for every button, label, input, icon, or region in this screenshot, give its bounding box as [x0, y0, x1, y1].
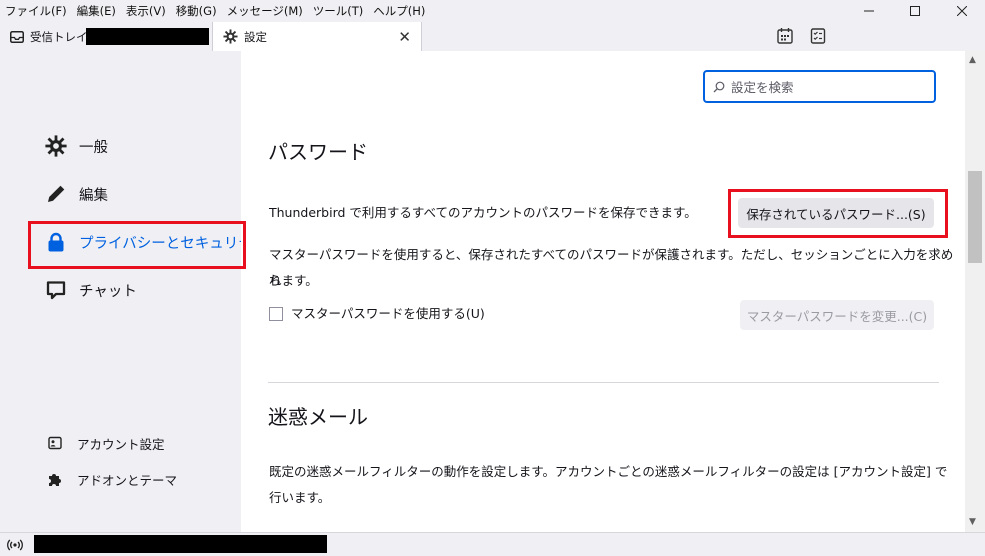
account-icon	[48, 436, 62, 450]
settings-search-input[interactable]: 設定を検索	[703, 70, 936, 103]
menu-help[interactable]: ヘルプ(H)	[368, 0, 430, 22]
redacted-status-text	[34, 535, 327, 553]
tab-strip: 受信トレイ 設定 ✕	[0, 22, 985, 51]
redacted-account	[86, 28, 209, 45]
tasks-icon[interactable]	[809, 27, 827, 45]
close-icon	[957, 6, 967, 16]
menu-tools[interactable]: ツール(T)	[308, 0, 369, 22]
pencil-icon	[48, 185, 65, 202]
account-settings-label: アカウント設定	[77, 436, 165, 452]
status-bar	[0, 532, 985, 556]
search-icon	[713, 81, 725, 92]
menu-go[interactable]: 移動(G)	[171, 0, 222, 22]
tab-inbox-label: 受信トレイ	[30, 29, 88, 44]
puzzle-icon	[49, 474, 61, 486]
minimize-button[interactable]	[846, 0, 892, 22]
password-description: Thunderbird で利用するすべてのアカウントのパスワードを保存できます。	[269, 205, 697, 220]
menu-message[interactable]: メッセージ(M)	[222, 0, 308, 22]
tab-settings-label: 設定	[244, 29, 267, 44]
close-window-button[interactable]	[939, 0, 985, 22]
scroll-down-icon[interactable]: ▼	[969, 517, 976, 527]
settings-sidebar: 一般 編集 プライバシーとセキュリティ チャット アカウント設定 アドオンとテー…	[0, 51, 266, 532]
account-settings-link[interactable]: アカウント設定	[47, 433, 165, 453]
maximize-icon	[910, 6, 920, 16]
gear-icon	[45, 135, 67, 157]
use-master-password-label[interactable]: マスターパスワードを使用する(U)	[291, 303, 485, 322]
change-master-password-button[interactable]: マスターパスワードを変更...(C)	[740, 300, 934, 330]
menubar: ファイル(F) 編集(E) 表示(V) 移動(G) メッセージ(M) ツール(T…	[0, 0, 985, 22]
gear-icon	[223, 29, 238, 44]
scroll-up-icon[interactable]: ▲	[969, 55, 976, 65]
search-placeholder: 設定を検索	[731, 80, 794, 95]
tab-settings[interactable]: 設定 ✕	[212, 22, 422, 51]
category-chat-label: チャット	[79, 283, 137, 300]
master-password-desc-line1: マスターパスワードを使用すると、保存されたすべてのパスワードが保護されます。ただ…	[269, 247, 954, 288]
category-compose-label: 編集	[79, 187, 108, 204]
minimize-icon	[864, 10, 874, 12]
use-master-password-checkbox[interactable]	[269, 307, 283, 321]
addons-label: アドオンとテーマ	[77, 472, 178, 488]
scrollbar-thumb[interactable]	[968, 171, 982, 263]
section-divider	[268, 382, 939, 383]
password-heading: パスワード	[268, 140, 368, 164]
tab-close-icon[interactable]: ✕	[398, 28, 411, 46]
highlight-saved-passwords	[728, 189, 948, 238]
menu-edit[interactable]: 編集(E)	[72, 0, 121, 22]
junk-desc-line1: 既定の迷惑メールフィルターの動作を設定します。アカウントごとの迷惑メールフィルタ…	[269, 464, 948, 479]
category-chat[interactable]: チャット	[45, 277, 137, 303]
menu-file[interactable]: ファイル(F)	[0, 0, 72, 22]
junk-heading: 迷惑メール	[268, 405, 368, 429]
category-compose[interactable]: 編集	[45, 181, 108, 207]
chat-icon	[46, 281, 66, 300]
inbox-icon	[10, 30, 24, 43]
category-general-label: 一般	[79, 139, 108, 156]
online-status-icon[interactable]	[7, 538, 23, 552]
highlight-privacy-category	[28, 221, 246, 269]
vertical-scrollbar[interactable]: ▲ ▼	[965, 51, 985, 532]
settings-content: 設定を検索 パスワード Thunderbird で利用するすべてのアカウントのパ…	[241, 51, 965, 532]
addons-link[interactable]: アドオンとテーマ	[47, 469, 177, 489]
maximize-button[interactable]	[892, 0, 938, 22]
master-password-desc-line2: れます。	[269, 273, 318, 288]
junk-desc-line2: 行います。	[269, 490, 331, 505]
category-general[interactable]: 一般	[45, 133, 108, 159]
menu-view[interactable]: 表示(V)	[121, 0, 171, 22]
calendar-icon[interactable]	[776, 27, 794, 45]
